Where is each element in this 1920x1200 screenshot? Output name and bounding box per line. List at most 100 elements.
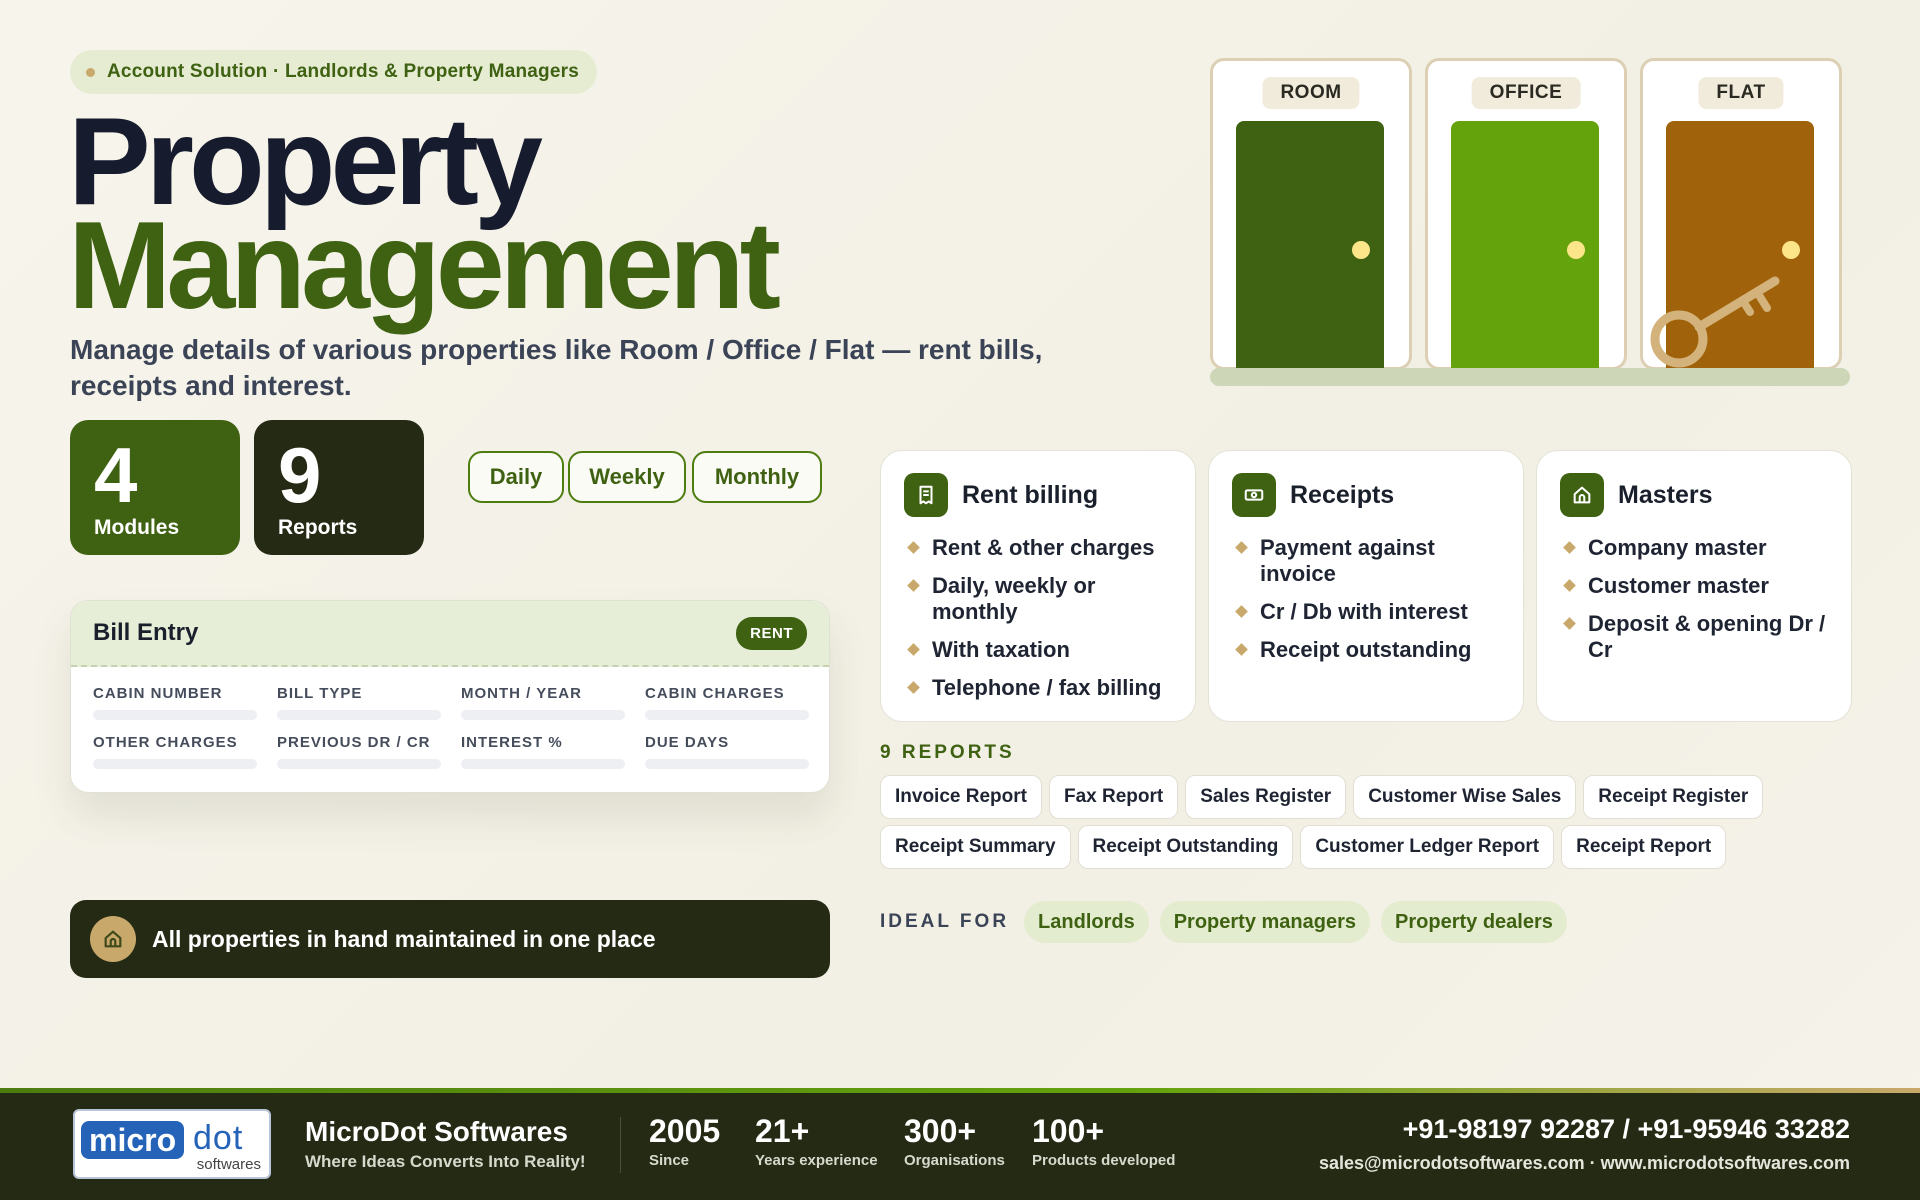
feature-item: Deposit & opening Dr / Cr	[1560, 611, 1828, 663]
feature-masters: Masters Company master Customer master D…	[1536, 450, 1852, 722]
field-input[interactable]	[93, 759, 257, 769]
ideal-chip: Landlords	[1024, 901, 1149, 943]
feature-item: Daily, weekly or monthly	[904, 573, 1172, 625]
field-label: MONTH / YEAR	[461, 685, 582, 702]
footer-stat-label: Products developed	[1032, 1152, 1176, 1169]
field-due-days[interactable]: DUE DAYS	[645, 734, 809, 769]
brand-tagline: Where Ideas Converts Into Reality!	[305, 1152, 586, 1171]
receipt-icon	[904, 473, 948, 517]
field-cabin-number[interactable]: CABIN NUMBER	[93, 685, 257, 720]
period-weekly-button[interactable]: Weekly	[568, 451, 686, 503]
period-monthly-button[interactable]: Monthly	[692, 451, 822, 503]
field-input[interactable]	[277, 759, 441, 769]
field-cabin-charges[interactable]: CABIN CHARGES	[645, 685, 809, 720]
rent-badge: RENT	[736, 616, 807, 650]
report-chip[interactable]: Invoice Report	[880, 775, 1042, 819]
summary-banner: All properties in hand maintained in one…	[70, 900, 830, 978]
feature-title: Masters	[1618, 480, 1713, 509]
feature-item: With taxation	[904, 637, 1172, 663]
bill-entry-title: Bill Entry	[93, 619, 199, 646]
bill-entry-fields: CABIN NUMBER BILL TYPE MONTH / YEAR CABI…	[71, 667, 829, 769]
stat-modules: 4 Modules	[70, 420, 240, 555]
feature-item: Customer master	[1560, 573, 1828, 599]
logo-dot: dot	[193, 1119, 244, 1157]
reports-row-2: Receipt Summary Receipt Outstanding Cust…	[880, 825, 1727, 869]
period-daily-button[interactable]: Daily	[468, 451, 564, 503]
report-chip[interactable]: Customer Ledger Report	[1300, 825, 1555, 869]
report-chip[interactable]: Receipt Report	[1561, 825, 1727, 869]
field-bill-type[interactable]: BILL TYPE	[277, 685, 441, 720]
field-previous-dr-cr[interactable]: PREVIOUS DR / CR	[277, 734, 441, 769]
field-input[interactable]	[461, 710, 625, 720]
bill-entry-header: Bill Entry RENT	[71, 601, 829, 667]
feature-item: Rent & other charges	[904, 535, 1172, 561]
door-label: FLAT	[1698, 77, 1784, 109]
report-chip[interactable]: Sales Register	[1185, 775, 1347, 819]
brand-name: MicroDot Softwares	[305, 1116, 568, 1147]
door-knob	[1352, 241, 1370, 259]
contact-email-website[interactable]: sales@microdotsoftwares.com · www.microd…	[1319, 1153, 1850, 1174]
footer-stat-value: 100+	[1032, 1113, 1105, 1149]
reports-row-1: Invoice Report Fax Report Sales Register…	[880, 775, 1764, 819]
feature-receipts: Receipts Payment against invoice Cr / Db…	[1208, 450, 1524, 722]
field-month-year[interactable]: MONTH / YEAR	[461, 685, 625, 720]
page-subtitle: Manage details of various properties lik…	[70, 334, 1043, 401]
report-chip[interactable]: Fax Report	[1048, 775, 1179, 819]
field-label: BILL TYPE	[277, 685, 363, 702]
footer-stat-products: 100+ Products developed	[1032, 1113, 1175, 1169]
logo-micro: micro	[81, 1121, 185, 1159]
door-label: OFFICE	[1471, 77, 1581, 109]
footer-divider	[620, 1117, 621, 1173]
field-other-charges[interactable]: OTHER CHARGES	[93, 734, 257, 769]
report-chip[interactable]: Customer Wise Sales	[1353, 775, 1577, 819]
home-icon	[1560, 473, 1604, 517]
cash-icon	[1232, 473, 1276, 517]
field-interest[interactable]: INTEREST %	[461, 734, 625, 769]
feature-title: Rent billing	[962, 480, 1099, 509]
field-input[interactable]	[93, 710, 257, 720]
field-input[interactable]	[645, 759, 809, 769]
footer-stat-organisations: 300+ Organisations	[904, 1113, 1005, 1169]
stat-reports-label: Reports	[278, 516, 358, 539]
door-office: OFFICE	[1425, 58, 1627, 371]
door-floor	[1210, 368, 1850, 386]
contact-phone[interactable]: +91-98197 92287 / +91-95946 33282	[1403, 1114, 1850, 1145]
stat-reports: 9 Reports	[254, 420, 424, 555]
page-title-line2: Management	[68, 197, 781, 335]
stat-modules-label: Modules	[94, 516, 180, 539]
footer-stat-experience: 21+ Years experience	[755, 1113, 878, 1169]
logo-sub: softwares	[196, 1156, 261, 1173]
report-chip[interactable]: Receipt Register	[1583, 775, 1764, 819]
field-input[interactable]	[461, 759, 625, 769]
door-panel	[1236, 121, 1384, 371]
feature-item: Company master	[1560, 535, 1828, 561]
reports-heading: 9 REPORTS	[880, 742, 1015, 763]
door-knob	[1567, 241, 1585, 259]
footer-stat-value: 300+	[904, 1113, 977, 1149]
report-chip[interactable]: Receipt Outstanding	[1077, 825, 1294, 869]
bill-entry-card: Bill Entry RENT CABIN NUMBER BILL TYPE M…	[70, 600, 830, 793]
field-label: CABIN CHARGES	[645, 685, 785, 702]
field-label: CABIN NUMBER	[93, 685, 223, 702]
feature-item: Receipt outstanding	[1232, 637, 1500, 663]
tagline-dot	[86, 67, 95, 77]
feature-rent-billing: Rent billing Rent & other charges Daily,…	[880, 450, 1196, 722]
door-panel	[1451, 121, 1599, 371]
door-label: ROOM	[1262, 77, 1360, 109]
ideal-for-row: IDEAL FOR Landlords Property managers Pr…	[880, 901, 1567, 943]
ideal-chip: Property dealers	[1381, 901, 1567, 943]
feature-item: Telephone / fax billing	[904, 675, 1172, 701]
footer-stat-label: Years experience	[755, 1152, 878, 1169]
report-chip[interactable]: Receipt Summary	[880, 825, 1071, 869]
field-input[interactable]	[645, 710, 809, 720]
ideal-chip: Property managers	[1159, 901, 1371, 943]
door-knob	[1782, 241, 1800, 259]
feature-title: Receipts	[1290, 480, 1395, 509]
footer-stat-label: Organisations	[904, 1152, 1005, 1169]
door-room: ROOM	[1210, 58, 1412, 371]
key-icon	[1650, 276, 1780, 368]
company-logo: micro dot softwares	[73, 1109, 271, 1179]
field-input[interactable]	[277, 710, 441, 720]
tagline-text: Account Solution · Landlords & Property …	[107, 61, 579, 82]
tagline-pill: Account Solution · Landlords & Property …	[70, 50, 597, 94]
